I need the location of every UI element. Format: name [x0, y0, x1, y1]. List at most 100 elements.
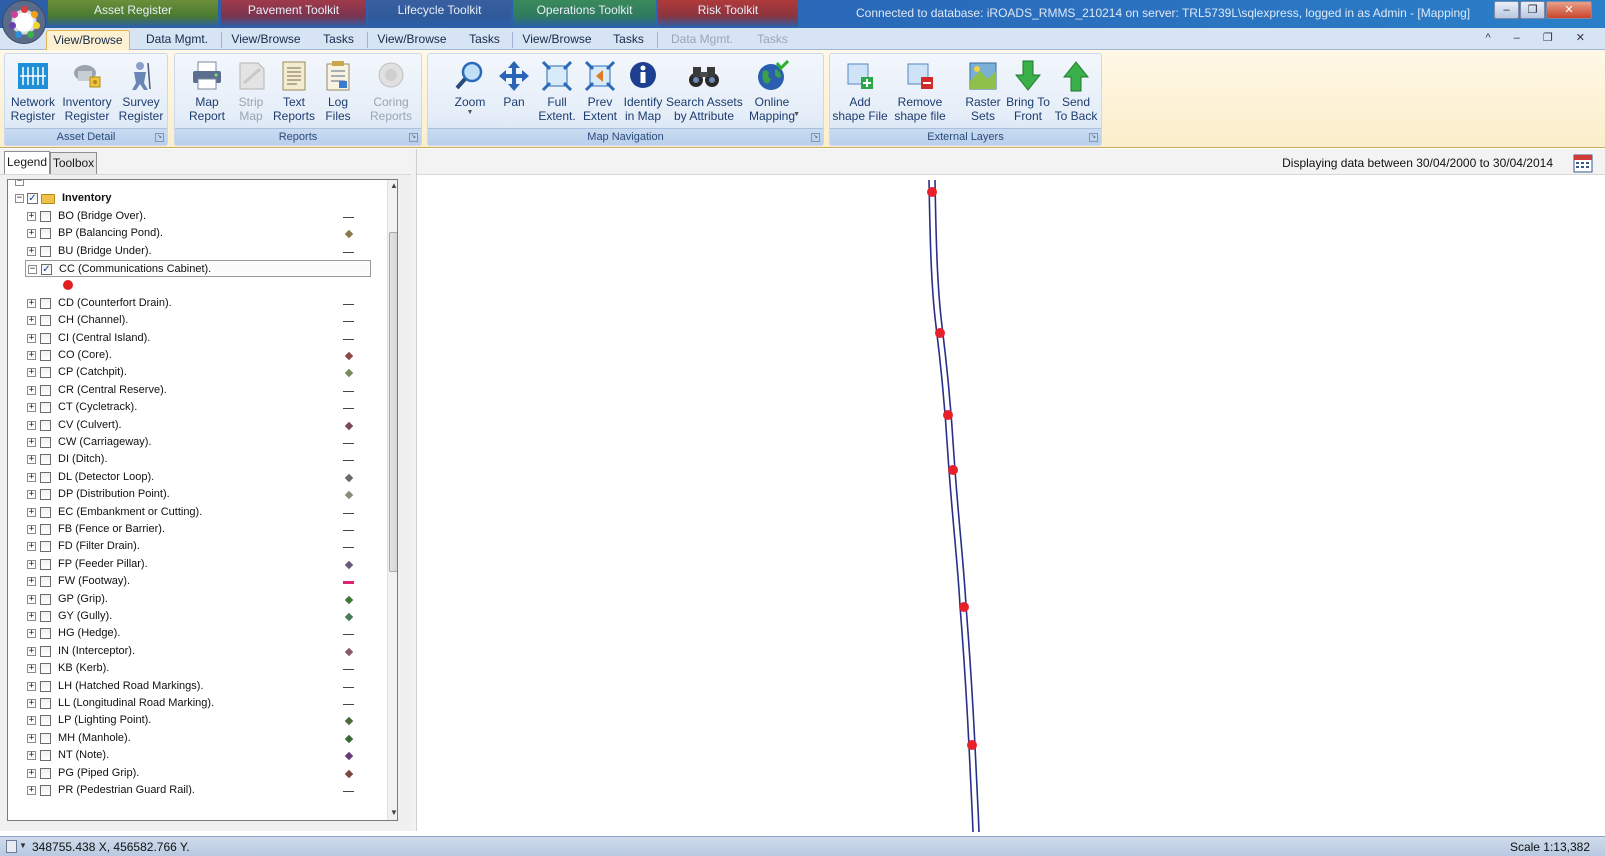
layer-checkbox[interactable] — [40, 419, 51, 431]
tab-tasks-lifecycle[interactable]: Tasks — [462, 30, 507, 50]
layer-checkbox[interactable] — [40, 680, 51, 692]
scrollbar-thumb[interactable] — [389, 232, 397, 572]
legend-item-cr[interactable]: + CR (Central Reserve). — [25, 382, 380, 399]
legend-item-cw[interactable]: + CW (Carriageway). — [25, 434, 380, 451]
expand-icon[interactable]: + — [27, 699, 36, 708]
layer-checkbox[interactable] — [40, 245, 51, 257]
legend-item-nt[interactable]: + NT (Note). — [25, 747, 380, 764]
legend-item-hg[interactable]: + HG (Hedge). — [25, 625, 380, 642]
panel-splitter[interactable] — [411, 149, 417, 831]
layer-checkbox[interactable] — [40, 402, 51, 414]
expand-icon[interactable]: + — [27, 229, 36, 239]
layer-checkbox[interactable] — [40, 454, 51, 466]
dialog-launcher-icon[interactable]: ↘ — [1089, 133, 1098, 142]
map-canvas[interactable] — [418, 176, 1605, 832]
layer-checkbox[interactable] — [40, 698, 51, 709]
legend-item-kb[interactable]: + KB (Kerb). — [25, 660, 380, 677]
layer-checkbox[interactable] — [40, 541, 51, 553]
expand-icon[interactable]: + — [27, 612, 36, 621]
layer-checkbox[interactable] — [40, 611, 51, 622]
dialog-launcher-icon[interactable]: ↘ — [811, 133, 820, 142]
expand-icon[interactable]: + — [27, 385, 36, 395]
collapse-icon[interactable]: − — [28, 265, 37, 274]
communications-cabinet-point-4[interactable] — [948, 465, 958, 475]
network-register-button[interactable]: Network Register — [7, 56, 59, 126]
expand-icon[interactable]: + — [27, 768, 36, 778]
legend-item-dp[interactable]: + DP (Distribution Point). — [25, 486, 380, 503]
legend-item-fp[interactable]: + FP (Feeder Pillar). — [25, 556, 380, 573]
expand-icon[interactable]: + — [27, 298, 36, 308]
legend-item-cv[interactable]: + CV (Culvert). — [25, 417, 380, 434]
layer-checkbox[interactable] — [40, 593, 51, 605]
expand-icon[interactable]: + — [27, 716, 36, 726]
layer-checkbox[interactable] — [40, 558, 51, 570]
expand-icon[interactable]: + — [27, 455, 36, 465]
mdi-window-controls[interactable]: ^ – ❐ ✕ — [1485, 31, 1595, 44]
raster-sets-button[interactable]: Raster Sets — [960, 56, 1006, 126]
online-mapping-dropdown-icon[interactable]: ▼ — [793, 111, 800, 118]
layer-checkbox[interactable] — [40, 210, 51, 222]
collapse-icon[interactable]: − — [15, 194, 24, 204]
legend-item-lp[interactable]: + LP (Lighting Point). — [25, 712, 380, 729]
collapse-icon[interactable]: − — [15, 180, 24, 186]
expand-icon[interactable]: + — [27, 594, 36, 604]
expand-icon[interactable]: + — [27, 211, 36, 221]
strip-map-button[interactable]: Strip Map — [229, 56, 273, 126]
legend-item-gp[interactable]: + GP (Grip). — [25, 591, 380, 608]
legend-item-co[interactable]: + CO (Core). — [25, 347, 380, 364]
expand-icon[interactable]: + — [27, 438, 36, 447]
status-dropdown-icon[interactable]: ▼ — [19, 841, 27, 850]
context-tab-pavement-toolkit[interactable]: Pavement Toolkit — [221, 0, 366, 27]
legend-item-pr[interactable]: + PR (Pedestrian Guard Rail). — [25, 782, 380, 799]
legend-item-cp[interactable]: + CP (Catchpit). — [25, 364, 380, 381]
layer-checkbox[interactable]: ✓ — [27, 193, 38, 205]
expand-icon[interactable]: + — [27, 577, 36, 587]
prev-extent-button[interactable]: Prev Extent — [578, 56, 622, 126]
tab-data-mgmt-risk[interactable]: Data Mgmt. — [662, 30, 742, 50]
layer-checkbox[interactable] — [40, 628, 51, 640]
legend-item-in[interactable]: + IN (Interceptor). — [25, 643, 380, 660]
legend-item-bo[interactable]: + BO (Bridge Over). — [25, 208, 380, 225]
minimize-button[interactable]: – — [1494, 1, 1519, 19]
legend-item-lh[interactable]: + LH (Hatched Road Markings). — [25, 678, 380, 695]
expand-icon[interactable]: + — [27, 351, 36, 360]
layer-checkbox[interactable] — [40, 576, 51, 588]
scroll-down-icon[interactable]: ▼ — [390, 808, 397, 817]
context-tab-risk-toolkit[interactable]: Risk Toolkit — [658, 0, 798, 27]
legend-item-ci[interactable]: + CI (Central Island). — [25, 330, 380, 347]
dialog-launcher-icon[interactable]: ↘ — [155, 133, 164, 142]
restore-button[interactable]: ❐ — [1520, 1, 1545, 19]
expand-icon[interactable]: + — [27, 316, 36, 326]
layer-checkbox[interactable] — [40, 315, 51, 327]
log-files-button[interactable]: Log Files — [317, 56, 359, 126]
tab-tasks-pavement[interactable]: Tasks — [316, 30, 361, 50]
expand-icon[interactable]: + — [27, 629, 36, 639]
tab-data-mgmt[interactable]: Data Mgmt. — [136, 30, 218, 50]
map-report-button[interactable]: Map Report — [183, 56, 231, 126]
legend-item-ec[interactable]: + EC (Embankment or Cutting). — [25, 504, 380, 521]
road-edge-line-2[interactable] — [934, 179, 980, 832]
text-reports-button[interactable]: Text Reports — [271, 56, 317, 126]
dialog-launcher-icon[interactable]: ↘ — [409, 133, 418, 142]
inventory-register-button[interactable]: Inventory Register — [61, 56, 113, 126]
context-tab-asset-register[interactable]: Asset Register — [48, 0, 218, 27]
survey-register-button[interactable]: Survey Register — [115, 56, 167, 126]
app-logo-icon[interactable] — [2, 0, 46, 44]
layer-checkbox[interactable] — [40, 750, 51, 762]
tab-tasks-operations[interactable]: Tasks — [606, 30, 651, 50]
layer-checkbox[interactable] — [40, 663, 51, 675]
expand-icon[interactable]: + — [27, 420, 36, 430]
expand-icon[interactable]: + — [27, 681, 36, 691]
map-view[interactable] — [418, 176, 1605, 832]
tab-view-browse-operations[interactable]: View/Browse — [517, 30, 597, 50]
expand-icon[interactable]: + — [27, 472, 36, 482]
layer-checkbox[interactable] — [40, 350, 51, 361]
add-shape-file-button[interactable]: Add shape File — [832, 56, 888, 126]
legend-item-fb[interactable]: + FB (Fence or Barrier). — [25, 521, 380, 538]
legend-item-fd[interactable]: + FD (Filter Drain). — [25, 538, 380, 555]
layer-checkbox[interactable] — [40, 767, 51, 779]
expand-icon[interactable]: + — [27, 525, 36, 534]
expand-icon[interactable]: + — [27, 403, 36, 413]
tab-view-browse[interactable]: View/Browse — [46, 30, 130, 50]
layer-checkbox[interactable] — [40, 332, 51, 344]
